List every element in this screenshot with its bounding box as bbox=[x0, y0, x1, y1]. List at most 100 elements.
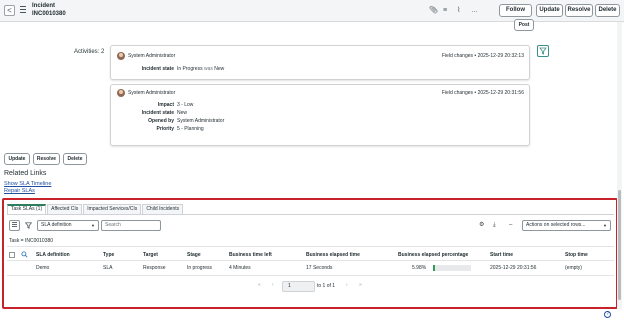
field-label: Priority bbox=[156, 126, 174, 132]
tab-divider bbox=[7, 214, 614, 215]
field-value: New bbox=[177, 110, 188, 116]
repair-slas-link[interactable]: Repair SLAs bbox=[4, 188, 35, 194]
search-field-select[interactable]: SLA definition ▼ bbox=[37, 220, 99, 231]
column-stage[interactable]: Stage bbox=[187, 252, 201, 258]
activity-card: System Administrator Field changes • 202… bbox=[110, 84, 530, 146]
chevron-down-icon: ▼ bbox=[603, 223, 607, 228]
activities-count: Activities: 2 bbox=[74, 49, 105, 55]
page-number-input[interactable]: 1 bbox=[282, 281, 315, 292]
column-search-icon[interactable] bbox=[21, 251, 28, 260]
tab-affected-cis[interactable]: Affected CIs bbox=[47, 204, 83, 214]
old-value: New bbox=[214, 66, 225, 72]
column-target[interactable]: Target bbox=[143, 252, 158, 258]
page-count-text: to 1 of 1 bbox=[317, 283, 336, 289]
minimize-icon[interactable]: – bbox=[509, 222, 512, 229]
list-search-input[interactable]: Search bbox=[101, 220, 161, 231]
field-value: System Administrator bbox=[177, 118, 225, 124]
cell-business-elapsed-time: 17 Seconds bbox=[306, 265, 333, 271]
avatar bbox=[117, 52, 125, 60]
tab-task-slas[interactable]: Task SLAs (1) bbox=[7, 204, 47, 214]
activity-type: Field changes bbox=[441, 90, 474, 96]
more-icon[interactable]: … bbox=[471, 6, 478, 15]
field-label: Incident state bbox=[141, 66, 174, 72]
column-business-elapsed-percentage[interactable]: Business elapsed percentage bbox=[398, 252, 468, 258]
column-stop-time[interactable]: Stop time bbox=[565, 252, 588, 258]
resolve-button[interactable]: Resolve bbox=[33, 153, 60, 165]
activity-filter-button[interactable] bbox=[537, 45, 549, 57]
tab-child-incidents[interactable]: Child Incidents bbox=[142, 204, 184, 214]
show-sla-timeline-link[interactable]: Show SLA Timeline bbox=[4, 181, 51, 187]
list-filter-icon[interactable] bbox=[24, 222, 33, 232]
breadcrumb[interactable]: Task = INC0010380 bbox=[9, 238, 53, 244]
help-icon[interactable]: ? bbox=[604, 311, 611, 318]
sliders-icon[interactable]: ≡ bbox=[443, 6, 447, 15]
activity-user: System Administrator bbox=[128, 90, 176, 96]
column-sla-definition[interactable]: SLA definition bbox=[36, 252, 70, 258]
delete-button-top[interactable]: Delete bbox=[595, 4, 620, 17]
pulse-icon[interactable]: ⌇ bbox=[457, 6, 460, 15]
activity-type: Field changes bbox=[441, 53, 474, 59]
resolve-button-top[interactable]: Resolve bbox=[565, 4, 593, 17]
list-menu-icon bbox=[12, 222, 17, 227]
cell-sla-definition[interactable]: Demo bbox=[36, 265, 49, 271]
update-button[interactable]: Update bbox=[4, 153, 30, 165]
field-value: In Progress was New bbox=[177, 66, 224, 72]
back-button[interactable]: < bbox=[4, 5, 15, 16]
cell-start-time: 2025-12-29 20:31:56 bbox=[490, 265, 537, 271]
paperclip-icon[interactable]: 📎︎ bbox=[429, 6, 438, 15]
delete-button[interactable]: Delete bbox=[63, 153, 87, 165]
gear-icon[interactable]: ⚙ bbox=[479, 222, 484, 229]
field-value: 3 - Low bbox=[177, 102, 194, 108]
related-list-panel: Task SLAs (1) Affected CIs Impacted Serv… bbox=[2, 198, 618, 309]
last-page-button[interactable]: » bbox=[359, 282, 362, 288]
actions-select-value: Actions on selected rows... bbox=[526, 222, 586, 228]
cell-stop-time: (empty) bbox=[565, 265, 582, 271]
avatar bbox=[117, 89, 125, 97]
filter-icon bbox=[539, 47, 547, 55]
cell-type: SLA bbox=[103, 265, 113, 271]
search-field-value: SLA definition bbox=[41, 222, 72, 228]
header-divider bbox=[7, 246, 614, 247]
related-links-title: Related Links bbox=[4, 170, 47, 177]
row-divider bbox=[7, 275, 614, 276]
field-label: Incident state bbox=[141, 110, 174, 116]
field-value: 5 - Planning bbox=[177, 126, 204, 132]
elapsed-progress-bar bbox=[433, 265, 471, 271]
header-divider bbox=[7, 260, 614, 261]
activity-card: System Administrator Field changes • 202… bbox=[110, 45, 530, 80]
column-business-time-left[interactable]: Business time left bbox=[229, 252, 272, 258]
tab-impacted-services[interactable]: Impacted Services/CIs bbox=[83, 204, 142, 214]
activity-timestamp: 2025-12-29 20:31:56 bbox=[477, 90, 524, 96]
record-type: Incident bbox=[32, 3, 56, 9]
list-menu-button[interactable] bbox=[9, 220, 20, 231]
elapsed-progress-fill bbox=[433, 265, 436, 271]
column-type[interactable]: Type bbox=[103, 252, 114, 258]
cell-business-time-left: 4 Minutes bbox=[229, 265, 251, 271]
chevron-down-icon: ▼ bbox=[91, 223, 95, 228]
actions-on-selected-select[interactable]: Actions on selected rows... ▼ bbox=[522, 220, 611, 231]
field-label: Impact bbox=[157, 102, 174, 108]
activity-timestamp: 2025-12-29 20:32:13 bbox=[477, 53, 524, 59]
hamburger-menu-icon[interactable] bbox=[20, 6, 26, 15]
download-icon[interactable]: ⤓ bbox=[493, 222, 496, 229]
activity-meta: Field changes • 2025-12-29 20:32:13 bbox=[441, 53, 524, 59]
select-all-checkbox[interactable] bbox=[9, 252, 15, 258]
activity-user: System Administrator bbox=[128, 53, 176, 59]
cell-stage: In progress bbox=[187, 265, 213, 271]
follow-button[interactable]: Follow bbox=[499, 4, 532, 17]
update-button-top[interactable]: Update bbox=[536, 4, 563, 17]
prev-page-button[interactable]: ‹ bbox=[272, 282, 274, 288]
next-page-button[interactable]: › bbox=[346, 282, 348, 288]
scrollbar-thumb[interactable] bbox=[618, 190, 621, 300]
record-number: INC0010380 bbox=[32, 11, 66, 17]
column-start-time[interactable]: Start time bbox=[490, 252, 513, 258]
first-page-button[interactable]: « bbox=[258, 282, 261, 288]
was-text: was bbox=[203, 66, 213, 72]
cell-business-elapsed-percentage: 5.98% bbox=[412, 265, 427, 271]
related-list-tabs: Task SLAs (1) Affected CIs Impacted Serv… bbox=[7, 204, 184, 214]
activity-meta: Field changes • 2025-12-29 20:31:56 bbox=[441, 90, 524, 96]
new-value: In Progress bbox=[177, 66, 203, 72]
column-business-elapsed-time[interactable]: Business elapsed time bbox=[306, 252, 360, 258]
post-button[interactable]: Post bbox=[514, 19, 534, 31]
field-label: Opened by bbox=[148, 118, 174, 124]
